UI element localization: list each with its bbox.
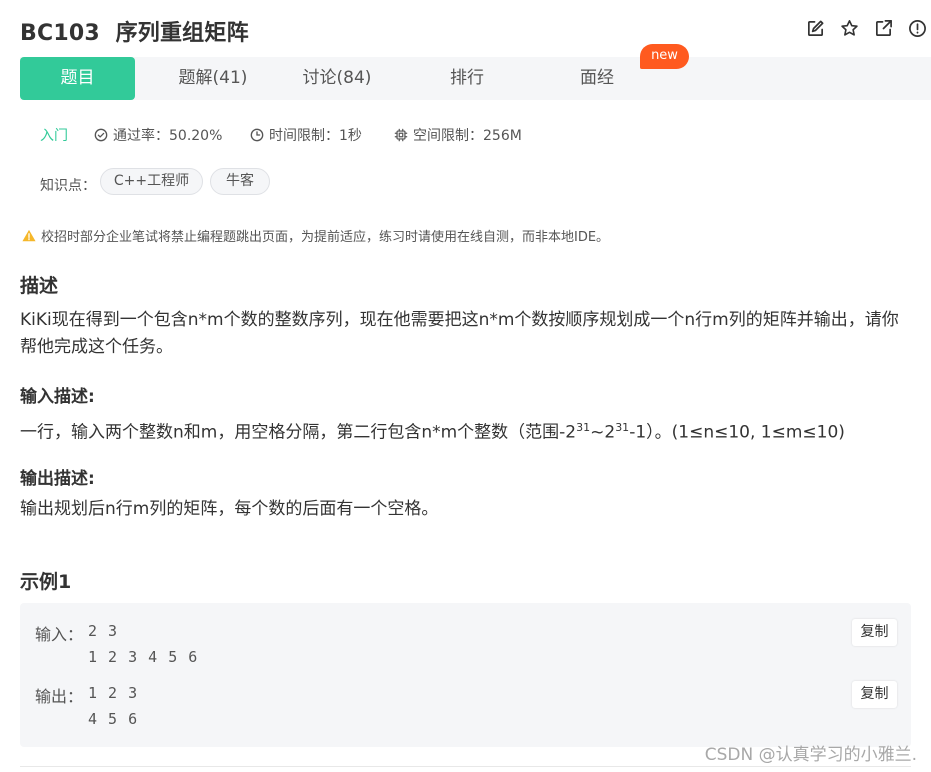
input-desc-heading: 输入描述: [20,387,95,407]
input-desc-pre: 一行，输入两个整数n和m，用空格分隔，第二行包含n*m个整数（范围-2 [20,422,577,443]
output-desc-text: 输出规划后n行m列的矩阵，每个数的后面有一个空格。 [20,499,439,519]
exam-warning: 校招时部分企业笔试将禁止编程题跳出页面，为提前适应，练习时请使用在线自测，而非本… [22,226,609,245]
problem-code: BC103 [20,21,100,46]
description-heading: 描述 [20,275,59,297]
edit-icon[interactable] [806,19,825,38]
copy-output-button[interactable]: 复制 [852,681,897,708]
input-desc-text: 一行，输入两个整数n和m，用空格分隔，第二行包含n*m个整数（范围-231~23… [20,414,915,447]
report-icon[interactable] [908,19,927,38]
example-output-line-2: 4 5 6 [88,710,139,728]
input-desc-exp-2: 31 [615,421,630,434]
example-box: 输入： 2 3 1 2 3 4 5 6 复制 输出： 1 2 3 4 5 6 复… [20,603,911,747]
example-input-line-2: 1 2 3 4 5 6 [88,648,199,666]
clock-icon [250,128,264,142]
example-output-line-1: 1 2 3 [88,684,139,702]
divider [20,766,911,767]
title-actions [806,19,927,38]
output-desc-heading: 输出描述: [20,469,95,489]
tab-discussion[interactable]: 讨论(84) [282,57,392,100]
description-text: KiKi现在得到一个包含n*m个数的整数序列，现在他需要把这n*m个数按顺序规划… [20,307,915,361]
time-limit-text: 时间限制：1秒 [269,128,362,144]
problem-title: BC103 序列重组矩阵 [20,15,249,47]
input-desc-post: -1）。(1≤n≤10, 1≤m≤10) [629,422,845,443]
tag-cpp-engineer[interactable]: C++工程师 [100,168,203,195]
example-output-label: 输出： [35,687,84,706]
example-input-line-1: 2 3 [88,622,119,640]
pass-rate: 通过率：50.20% [94,125,222,145]
description-line-2: 帮他完成这个任务。 [20,337,173,357]
description-line-1: KiKi现在得到一个包含n*m个数的整数序列，现在他需要把这n*m个数按顺序规划… [20,310,899,330]
memory-limit-text: 空间限制：256M [413,128,522,144]
time-limit: 时间限制：1秒 [250,125,362,145]
memory-limit: 空间限制：256M [394,125,522,145]
tab-bar: 题目 题解(41) 讨论(84) 排行 面经 [20,57,931,100]
tab-ranking[interactable]: 排行 [412,57,522,100]
difficulty-label: 入门 [40,128,68,144]
tag-nowcoder[interactable]: 牛客 [210,168,270,195]
problem-name: 序列重组矩阵 [115,21,249,46]
chip-icon [394,128,408,142]
watermark: CSDN @认真学习的小雅兰. [704,745,917,765]
warning-text: 校招时部分企业笔试将禁止编程题跳出页面，为提前适应，练习时请使用在线自测，而非本… [41,230,610,245]
new-badge: new [640,44,689,69]
example-heading: 示例1 [20,571,72,593]
tab-interview[interactable]: 面经 [542,57,652,100]
tab-solutions[interactable]: 题解(41) [158,57,268,100]
share-icon[interactable] [874,19,893,38]
tab-problem[interactable]: 题目 [20,57,135,100]
input-desc-exp-1: 31 [576,421,591,434]
warning-icon [22,229,36,242]
input-desc-mid: ~2 [590,422,616,443]
check-circle-icon [94,128,108,142]
copy-input-button[interactable]: 复制 [852,619,897,646]
star-icon[interactable] [840,19,859,38]
example-input-label: 输入： [35,625,84,644]
knowledge-label: 知识点： [40,178,96,194]
pass-rate-text: 通过率：50.20% [113,128,223,144]
